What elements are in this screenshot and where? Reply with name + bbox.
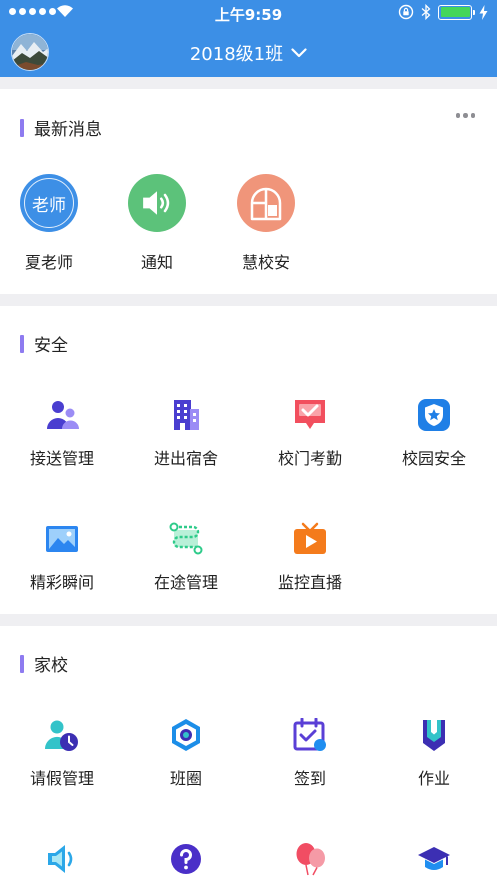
grid-item-label: 在途管理 [153,573,218,592]
grid-item-label: 请假管理 [29,769,94,788]
route-icon [169,522,203,555]
grid-item-class-circle[interactable]: 班圈 [124,718,248,789]
grid-item-pickup[interactable]: 接送管理 [0,398,124,469]
grid-item-gate-attendance[interactable]: 校门考勤 [248,398,372,469]
news-item-label: 慧校安 [241,253,290,272]
check-in-calendar-icon [293,718,326,751]
grid-item-label: 作业 [417,769,450,788]
news-item-label: 夏老师 [24,253,73,272]
announcement-speaker-icon [48,845,73,873]
more-options-icon[interactable] [455,113,475,118]
homework-bookmark-icon [423,720,445,751]
grid-item-leave[interactable]: 请假管理 [0,718,124,789]
home-school-section-title: 家校 [20,651,68,676]
question-icon [171,844,201,874]
grid-item-dormitory[interactable]: 进出宿舍 [124,398,248,469]
speaker-icon [128,174,186,232]
grid-item-label: 接送管理 [29,449,94,468]
grid-item-campus-safety[interactable]: 校园安全 [372,398,496,469]
grid-item-label: 监控直播 [277,573,342,592]
grid-item-live-monitor[interactable]: 监控直播 [248,522,372,593]
campus-shield-icon [418,399,450,431]
grid-item-label: 校门考勤 [277,449,342,468]
grid-item-label: 签到 [293,769,326,788]
grid-item-announcement[interactable] [0,842,124,883]
pickup-people-icon [47,401,79,429]
news-item-teacher[interactable]: 老师 夏老师 [0,174,99,273]
news-section-title: 最新消息 [20,115,102,140]
leave-clock-icon [45,720,78,751]
news-item-label: 通知 [140,253,173,272]
grid-item-highlights[interactable]: 精彩瞬间 [0,522,124,593]
tv-live-icon [294,522,326,554]
grid-item-graduation[interactable] [372,842,496,883]
rotation-lock-icon [398,4,414,20]
class-circle-icon [172,719,200,751]
balloon-icon [296,843,325,876]
status-bar: 上午9:59 [0,0,497,26]
section-accent-bar [20,654,24,673]
safety-section-title: 安全 [20,331,68,356]
grid-item-label: 班圈 [169,769,202,788]
grid-item-homework[interactable]: 作业 [372,718,496,789]
grid-item-balloon[interactable] [248,842,372,883]
teacher-avatar-icon: 老师 [20,174,78,232]
charging-bolt-icon [479,4,488,20]
grid-item-route[interactable]: 在途管理 [124,522,248,593]
grid-item-check-in[interactable]: 签到 [248,718,372,789]
bluetooth-icon [421,4,431,20]
chevron-down-icon [291,48,307,58]
battery-icon [438,4,475,20]
grid-item-label: 精彩瞬间 [29,573,94,592]
section-accent-bar [20,118,24,137]
school-safety-icon [237,174,295,232]
gate-attendance-icon [295,400,325,429]
top-bar: 上午9:59 2018级1班 [0,0,497,77]
picture-icon [46,526,78,552]
section-accent-bar [20,334,24,353]
news-item-school-safety[interactable]: 慧校安 [216,174,316,273]
grid-item-label: 进出宿舍 [153,449,218,468]
dormitory-building-icon [174,400,199,430]
grid-item-question[interactable] [124,842,248,883]
class-selector[interactable]: 2018级1班 [0,40,497,66]
graduation-cap-icon [418,847,450,870]
grid-item-label: 校园安全 [401,449,466,468]
news-item-notice[interactable]: 通知 [107,174,207,273]
class-name: 2018级1班 [189,44,284,65]
